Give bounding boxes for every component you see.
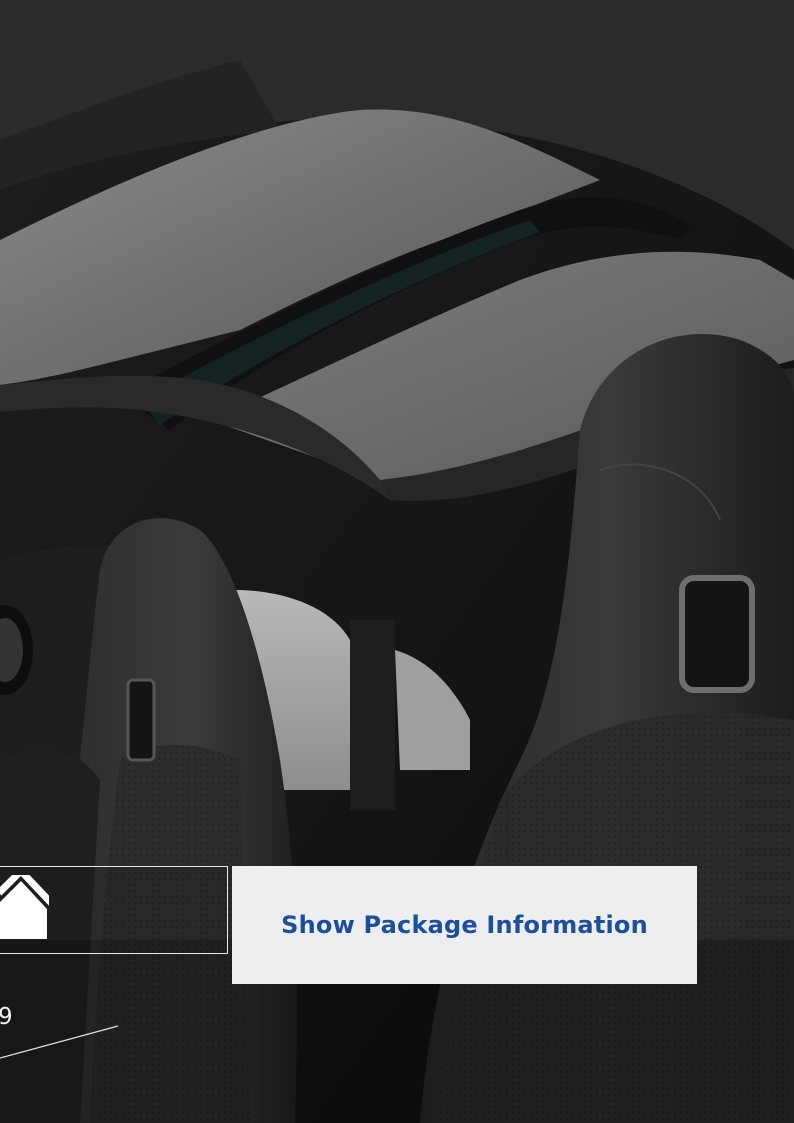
page-number-divider bbox=[0, 1025, 119, 1059]
home-frame[interactable] bbox=[0, 866, 228, 954]
brochure-page: Show Package Information 9 bbox=[0, 0, 794, 1123]
home-icon[interactable] bbox=[0, 875, 49, 945]
package-button-label: Show Package Information bbox=[281, 911, 648, 939]
show-package-information-button[interactable]: Show Package Information bbox=[232, 866, 697, 984]
